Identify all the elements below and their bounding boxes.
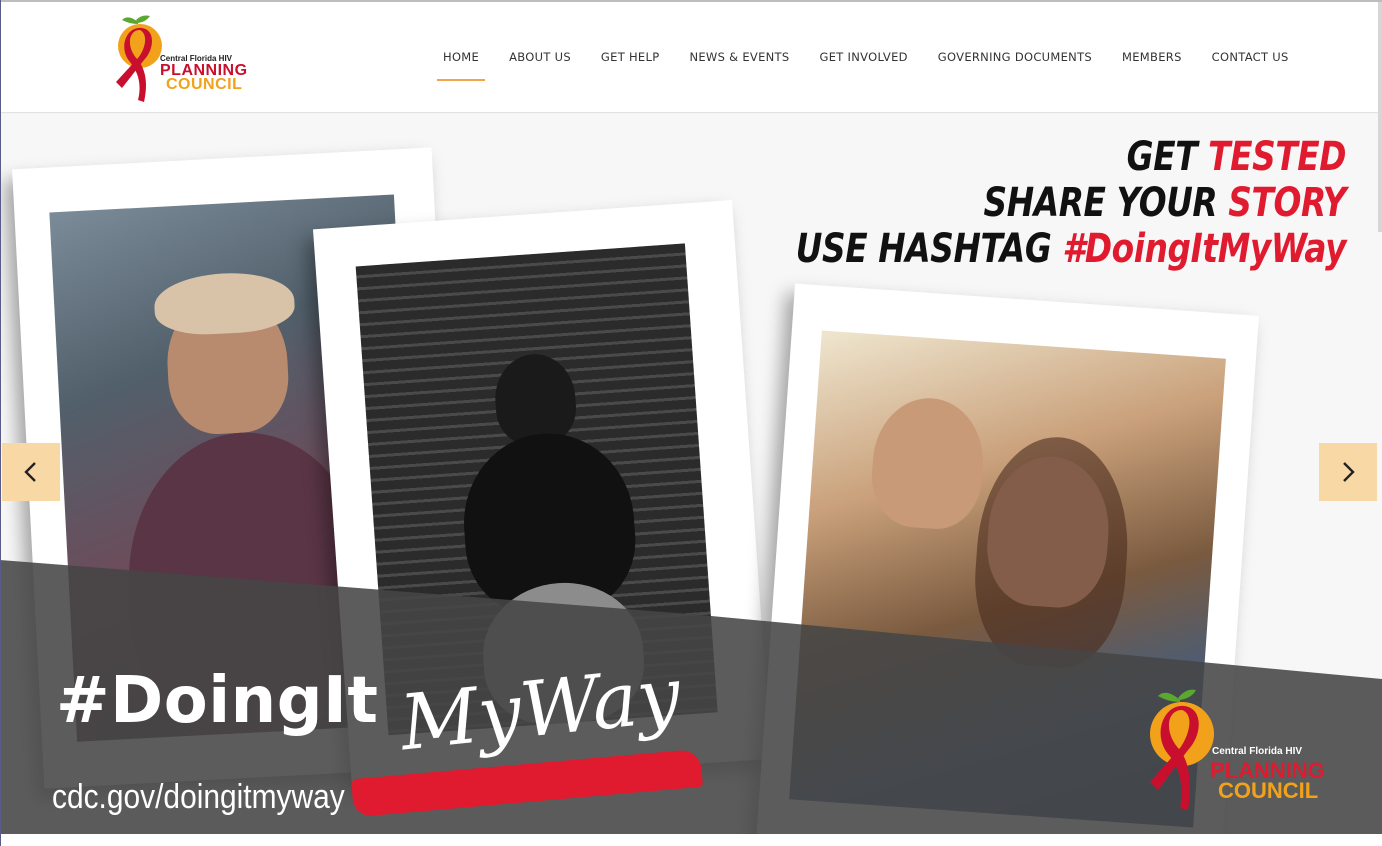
- nav-home[interactable]: HOME: [428, 2, 494, 112]
- hero-url: cdc.gov/doingitmyway: [52, 778, 345, 816]
- chevron-left-icon: [24, 462, 36, 482]
- site-logo[interactable]: Central Florida HIV PLANNING COUNCIL: [108, 12, 258, 108]
- page-bottom-strip: [0, 834, 1382, 846]
- headline-line-2: SHARE YOUR STORY: [796, 180, 1346, 226]
- headline-text: GET: [1126, 134, 1209, 180]
- chevron-right-icon: [1343, 462, 1355, 482]
- slider-prev-button[interactable]: [2, 443, 60, 501]
- ribbon-logo-icon: [1150, 689, 1214, 810]
- hero-logo: Central Florida HIV PLANNING COUNCIL: [1138, 682, 1358, 822]
- site-header: Central Florida HIV PLANNING COUNCIL HOM…: [0, 2, 1382, 113]
- person-head-shape: [492, 351, 579, 447]
- hero-headline: GET TESTED SHARE YOUR STORY USE HASHTAG …: [795, 134, 1347, 272]
- hero-slider: GET TESTED SHARE YOUR STORY USE HASHTAG …: [0, 114, 1382, 834]
- nav-get-involved[interactable]: GET INVOLVED: [804, 2, 922, 112]
- hero-logo-council: COUNCIL: [1218, 778, 1319, 803]
- nav-get-help[interactable]: GET HELP: [586, 2, 675, 112]
- logo-council-text: COUNCIL: [166, 76, 243, 93]
- main-navigation: HOME ABOUT US GET HELP NEWS & EVENTS GET…: [428, 2, 1304, 112]
- nav-about-us[interactable]: ABOUT US: [494, 2, 586, 112]
- headline-text: SHARE YOUR: [983, 180, 1229, 226]
- nav-members[interactable]: MEMBERS: [1107, 2, 1197, 112]
- headline-highlight: STORY: [1228, 180, 1346, 226]
- nav-contact-us[interactable]: CONTACT US: [1197, 2, 1304, 112]
- hair-shape: [969, 432, 1135, 672]
- person-head-shape: [868, 394, 988, 532]
- hero-hashtag: #DoingIt: [56, 664, 379, 738]
- headline-highlight: #DoingItMyWay: [1062, 226, 1346, 272]
- headline-text: USE HASHTAG: [795, 226, 1063, 272]
- hero-logo-subtitle: Central Florida HIV: [1212, 746, 1303, 757]
- headline-line-1: GET TESTED: [796, 134, 1347, 180]
- scrollbar[interactable]: [1378, 2, 1382, 232]
- nav-news-events[interactable]: NEWS & EVENTS: [674, 2, 804, 112]
- headline-line-3: USE HASHTAG #DoingItMyWay: [795, 226, 1347, 272]
- ribbon-logo-icon: [116, 15, 162, 102]
- window-left-border: [0, 0, 1, 846]
- nav-governing-documents[interactable]: GOVERNING DOCUMENTS: [923, 2, 1107, 112]
- headline-highlight: TESTED: [1208, 134, 1346, 180]
- slider-next-button[interactable]: [1319, 443, 1377, 501]
